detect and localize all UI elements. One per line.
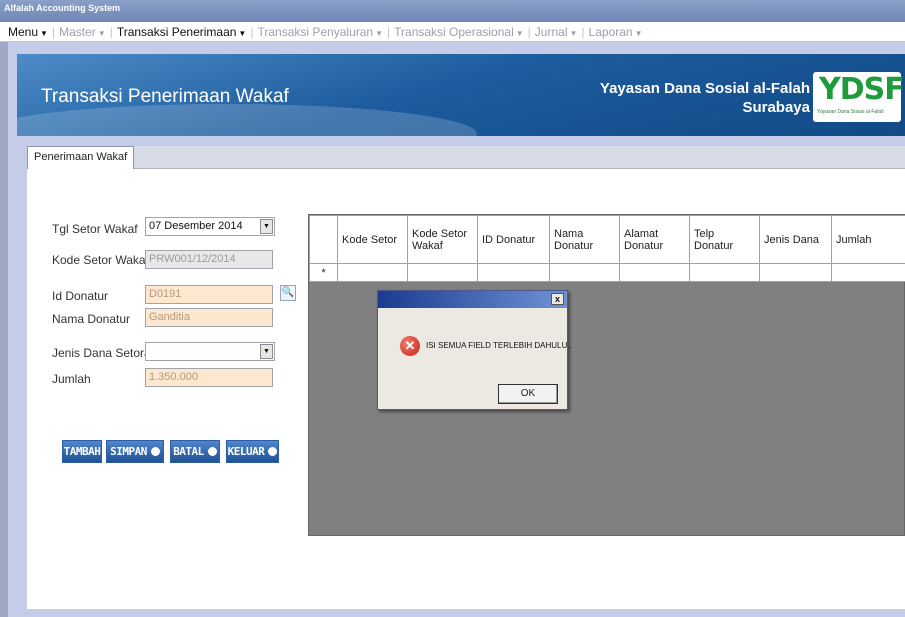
window-title-bar: Alfalah Accounting System	[0, 0, 905, 22]
chevron-down-icon: ▼	[569, 28, 578, 38]
error-icon: ✕	[400, 336, 420, 356]
id-donatur-label: Id Donatur	[52, 289, 109, 303]
column-header[interactable]: Kode Setor	[337, 215, 408, 264]
tgl-setor-datepicker[interactable]: 07 Desember 2014 ▼	[145, 217, 275, 236]
grid-table: Kode Setor Kode Setor Wakaf ID Donatur N…	[309, 215, 905, 282]
menu-item-transaksi-penerimaan[interactable]: Transaksi Penerimaan ▼	[113, 25, 251, 39]
batal-button[interactable]: BATAL	[170, 440, 220, 463]
row-header-corner	[309, 215, 338, 264]
ydsf-logo: YDSF Yayasan Dana Sosial al-Falah	[813, 72, 905, 122]
menu-item-jurnal[interactable]: Jurnal ▼	[531, 25, 582, 39]
column-header[interactable]: Jumlah	[831, 215, 905, 264]
menu-item-transaksi-penyaluran[interactable]: Transaksi Penyaluran ▼	[253, 25, 387, 39]
tambah-button[interactable]: TAMBAH	[62, 440, 102, 477]
jenis-dana-select[interactable]: ▼	[145, 342, 275, 361]
logo-text: YDSF	[819, 72, 905, 107]
kode-setor-label: Kode Setor Wakaf	[52, 253, 149, 267]
chevron-down-icon[interactable]: ▼	[260, 219, 273, 234]
chevron-down-icon: ▼	[238, 28, 247, 38]
header-banner: Transaksi Penerimaan Wakaf Yayasan Dana …	[17, 54, 905, 136]
grid-cell[interactable]	[477, 263, 550, 282]
keluar-button[interactable]: KELUAR	[226, 440, 279, 463]
jenis-dana-label: Jenis Dana Setoran	[52, 346, 158, 360]
logo-subtitle: Yayasan Dana Sosial al-Falah	[817, 109, 884, 115]
magnifier-icon[interactable]: 🔍	[280, 285, 296, 301]
save-icon	[150, 447, 160, 456]
error-message-box: x ✕ ISI SEMUA FIELD TERLEBIH DAHULU.. OK	[377, 290, 572, 410]
banner-swoosh	[17, 104, 477, 136]
column-header[interactable]: Telp Donatur	[689, 215, 760, 264]
id-donatur-field[interactable]: D0191	[145, 285, 273, 304]
column-header[interactable]: Nama Donatur	[549, 215, 620, 264]
left-frame-strip	[0, 42, 8, 617]
nama-donatur-field[interactable]: Ganditia	[145, 308, 273, 327]
grid-header-row: Kode Setor Kode Setor Wakaf ID Donatur N…	[309, 215, 905, 264]
page-title: Transaksi Penerimaan Wakaf	[41, 86, 289, 107]
grid-cell[interactable]	[549, 263, 620, 282]
chevron-down-icon: ▼	[634, 28, 643, 38]
organization-city: Surabaya	[742, 99, 810, 116]
kode-setor-field[interactable]: PRW001/12/2014	[145, 250, 273, 269]
grid-cell[interactable]	[831, 263, 905, 282]
grid-cell[interactable]	[337, 263, 408, 282]
column-header[interactable]: ID Donatur	[477, 215, 550, 264]
menu-item-master[interactable]: Master ▼	[55, 25, 110, 39]
chevron-down-icon: ▼	[375, 28, 384, 38]
column-header[interactable]: Alamat Donatur	[619, 215, 690, 264]
ok-button[interactable]: OK	[498, 384, 558, 404]
column-header[interactable]: Jenis Dana	[759, 215, 832, 264]
dialog-title-bar: x	[378, 291, 567, 308]
menu-item-menu[interactable]: Menu ▼	[4, 25, 52, 39]
grid-cell[interactable]	[689, 263, 760, 282]
chevron-down-icon: ▼	[97, 28, 106, 38]
jumlah-field[interactable]: 1.350.000	[145, 368, 273, 387]
simpan-button[interactable]: SIMPAN	[106, 440, 164, 463]
exit-icon	[268, 447, 278, 456]
tgl-setor-value: 07 Desember 2014	[149, 220, 243, 232]
tgl-setor-label: Tgl Setor Wakaf	[52, 222, 138, 236]
new-row[interactable]: *	[309, 263, 905, 282]
dialog-message: ISI SEMUA FIELD TERLEBIH DAHULU..	[426, 341, 572, 350]
chevron-down-icon[interactable]: ▼	[260, 344, 273, 359]
tab-strip: Penerimaan Wakaf	[27, 146, 905, 169]
jumlah-label: Jumlah	[52, 372, 91, 386]
nama-donatur-label: Nama Donatur	[52, 312, 131, 326]
add-icon	[79, 468, 89, 477]
organization-name: Yayasan Dana Sosial al-Falah	[599, 80, 810, 97]
new-row-marker: *	[309, 263, 338, 282]
menu-item-laporan[interactable]: Laporan ▼	[585, 25, 647, 39]
grid-cell[interactable]	[759, 263, 832, 282]
chevron-down-icon: ▼	[40, 28, 48, 38]
close-icon[interactable]: x	[551, 293, 564, 305]
chevron-down-icon: ▼	[515, 28, 524, 38]
menu-item-transaksi-operasional[interactable]: Transaksi Operasional ▼	[390, 25, 528, 39]
cancel-icon	[207, 447, 217, 456]
tab-penerimaan-wakaf[interactable]: Penerimaan Wakaf	[27, 146, 135, 169]
window-title: Alfalah Accounting System	[4, 3, 121, 13]
grid-cell[interactable]	[619, 263, 690, 282]
menu-bar: Menu ▼ | Master ▼ | Transaksi Penerimaan ▼ …	[0, 22, 905, 42]
grid-cell[interactable]	[407, 263, 478, 282]
column-header[interactable]: Kode Setor Wakaf	[407, 215, 478, 264]
